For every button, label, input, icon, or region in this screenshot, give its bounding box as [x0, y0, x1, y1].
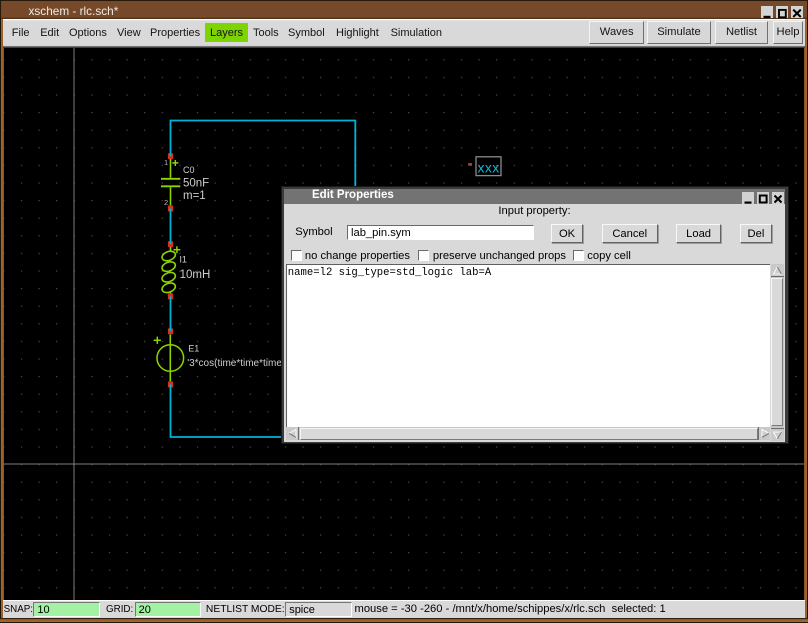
svg-text:10mH: 10mH	[180, 269, 211, 281]
svg-text:2: 2	[164, 198, 168, 207]
svg-text:'3*cos(time*time*time*': '3*cos(time*time*time*'	[187, 358, 288, 369]
svg-text:l1: l1	[180, 255, 187, 266]
svg-text:1: 1	[164, 158, 168, 167]
svg-text:50nF: 50nF	[183, 178, 209, 190]
svg-text:C0: C0	[183, 165, 195, 175]
svg-text:m=1: m=1	[183, 190, 206, 202]
svg-text:xxx: xxx	[478, 159, 500, 175]
svg-text:E1: E1	[188, 344, 199, 354]
